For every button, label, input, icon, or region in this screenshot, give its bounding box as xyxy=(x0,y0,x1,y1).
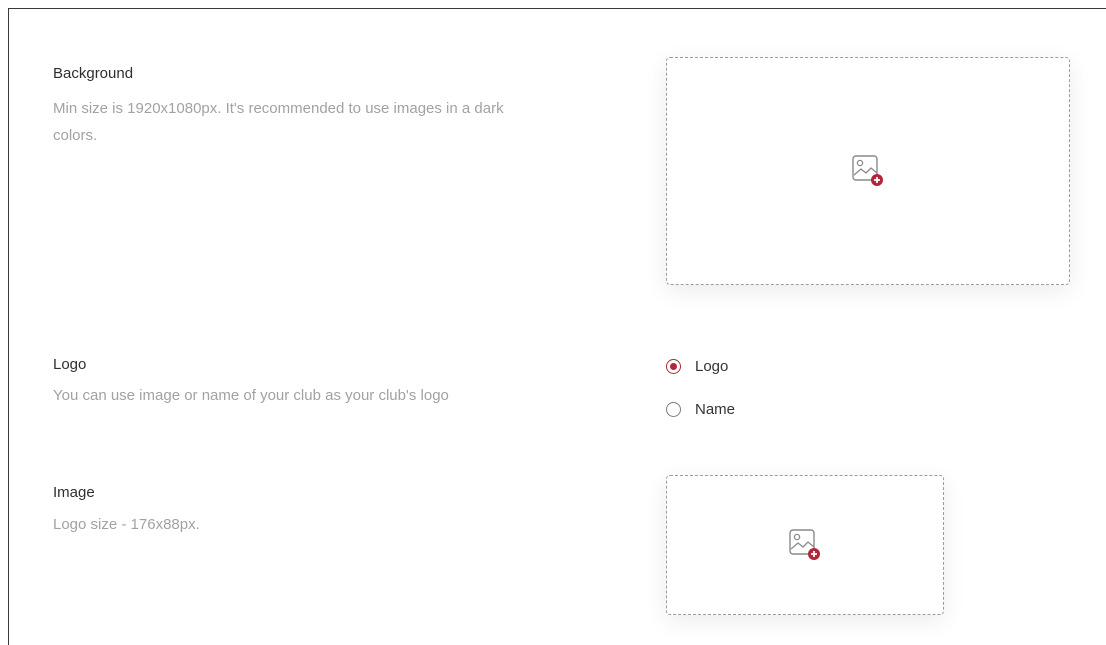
logo-image-upload-dropzone[interactable] xyxy=(666,475,944,615)
image-description: Logo size - 176x88px. xyxy=(53,516,200,533)
image-add-icon xyxy=(852,155,883,186)
radio-logo-label: Logo xyxy=(695,358,729,375)
logo-option-name[interactable]: Name xyxy=(666,401,735,418)
radio-logo[interactable] xyxy=(666,359,681,374)
logo-option-logo[interactable]: Logo xyxy=(666,358,728,375)
image-title: Image xyxy=(53,484,95,501)
background-description-line2: colors. xyxy=(53,127,98,144)
radio-name-label: Name xyxy=(695,401,736,418)
background-upload-dropzone[interactable] xyxy=(666,57,1070,285)
radio-name[interactable] xyxy=(666,402,681,417)
radio-selected-dot xyxy=(670,363,677,370)
settings-panel: Background Min size is 1920x1080px. It's… xyxy=(8,8,1106,645)
logo-title: Logo xyxy=(53,356,87,373)
image-add-icon xyxy=(789,529,820,560)
background-description-line1: Min size is 1920x1080px. It's recommende… xyxy=(53,100,504,117)
logo-description: You can use image or name of your club a… xyxy=(53,387,449,404)
background-title: Background xyxy=(53,65,134,82)
background-description: Min size is 1920x1080px. It's recommende… xyxy=(53,95,504,149)
